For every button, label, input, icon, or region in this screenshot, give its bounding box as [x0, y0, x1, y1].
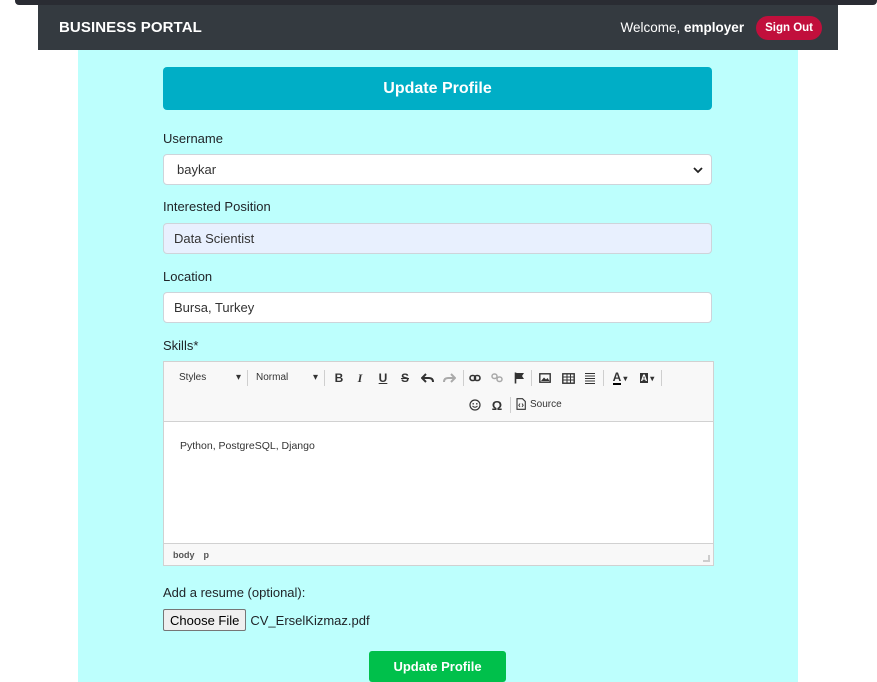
image-icon[interactable]: [537, 370, 553, 386]
editor-paragraph: Python, PostgreSQL, Django: [180, 440, 315, 452]
skills-rich-text-editor: Styles ▾ Normal ▾ B I U S A ▾ A ▾ Ω Sour…: [163, 361, 714, 566]
navbar-user-area: Welcome, employer Sign Out: [621, 15, 822, 40]
toolbar-separator: [603, 370, 604, 386]
position-input[interactable]: Data Scientist: [163, 223, 712, 254]
smiley-icon[interactable]: [467, 397, 483, 413]
text-color-icon[interactable]: A ▾: [608, 370, 632, 386]
chevron-down-icon: [693, 163, 703, 177]
format-combo-label: Normal: [256, 372, 289, 383]
toolbar-separator: [247, 370, 248, 386]
source-button[interactable]: Source: [516, 398, 562, 410]
username-select[interactable]: baykar: [163, 154, 712, 185]
location-input-value: Bursa, Turkey: [174, 300, 255, 315]
strikethrough-icon[interactable]: S: [397, 370, 413, 386]
format-combo[interactable]: Normal ▾: [256, 372, 318, 383]
italic-icon[interactable]: I: [352, 370, 368, 386]
location-label: Location: [163, 269, 213, 284]
position-input-value: Data Scientist: [174, 231, 255, 246]
background-color-icon[interactable]: A ▾: [635, 370, 659, 386]
styles-combo-label: Styles: [179, 372, 207, 383]
underline-icon[interactable]: U: [375, 370, 391, 386]
anchor-flag-icon[interactable]: [511, 370, 527, 386]
caret-down-icon: ▾: [312, 372, 318, 383]
toolbar-separator: [510, 397, 511, 413]
position-label: Interested Position: [163, 199, 271, 214]
bold-icon[interactable]: B: [331, 370, 347, 386]
source-icon: [516, 398, 526, 410]
styles-combo[interactable]: Styles ▾: [179, 372, 241, 383]
skills-label: Skills*: [163, 338, 199, 353]
username-label: Username: [163, 131, 223, 146]
welcome-text: Welcome, employer: [621, 20, 745, 35]
choose-file-button[interactable]: Choose File: [163, 609, 247, 631]
horizontal-rule-icon[interactable]: [582, 370, 598, 386]
special-character-icon[interactable]: Ω: [489, 397, 505, 413]
toolbar-separator: [531, 370, 532, 386]
welcome-username: employer: [684, 20, 745, 35]
update-profile-button[interactable]: Update Profile: [369, 651, 506, 682]
unlink-icon[interactable]: [489, 370, 505, 386]
path-body[interactable]: body: [173, 550, 195, 560]
location-input[interactable]: Bursa, Turkey: [163, 292, 712, 323]
toolbar-separator: [661, 370, 662, 386]
profile-form-panel: Update Profile Username baykar Intereste…: [78, 50, 798, 682]
selected-file-name: CV_ErselKizmaz.pdf: [250, 612, 370, 628]
editor-content-area[interactable]: Python, PostgreSQL, Django: [164, 422, 713, 543]
brand-title[interactable]: BUSINESS PORTAL: [59, 19, 202, 36]
editor-element-path: body p: [164, 543, 713, 565]
path-p[interactable]: p: [204, 550, 210, 560]
redo-icon[interactable]: [441, 370, 457, 386]
resize-handle-icon[interactable]: [703, 555, 710, 562]
resume-file-input: Choose File CV_ErselKizmaz.pdf: [163, 609, 370, 631]
undo-icon[interactable]: [419, 370, 435, 386]
table-icon[interactable]: [560, 370, 576, 386]
navbar: BUSINESS PORTAL Welcome, employer Sign O…: [38, 5, 838, 50]
welcome-prefix: Welcome,: [620, 20, 681, 35]
source-label: Source: [530, 398, 562, 410]
username-select-value: baykar: [177, 162, 217, 177]
resume-label: Add a resume (optional):: [163, 585, 306, 600]
toolbar-separator: [463, 370, 464, 386]
caret-down-icon: ▾: [235, 372, 241, 383]
link-icon[interactable]: [467, 370, 483, 386]
toolbar-separator: [324, 370, 325, 386]
form-title: Update Profile: [163, 67, 712, 110]
sign-out-button[interactable]: Sign Out: [756, 15, 822, 40]
editor-toolbar: Styles ▾ Normal ▾ B I U S A ▾ A ▾ Ω Sour…: [164, 362, 713, 422]
